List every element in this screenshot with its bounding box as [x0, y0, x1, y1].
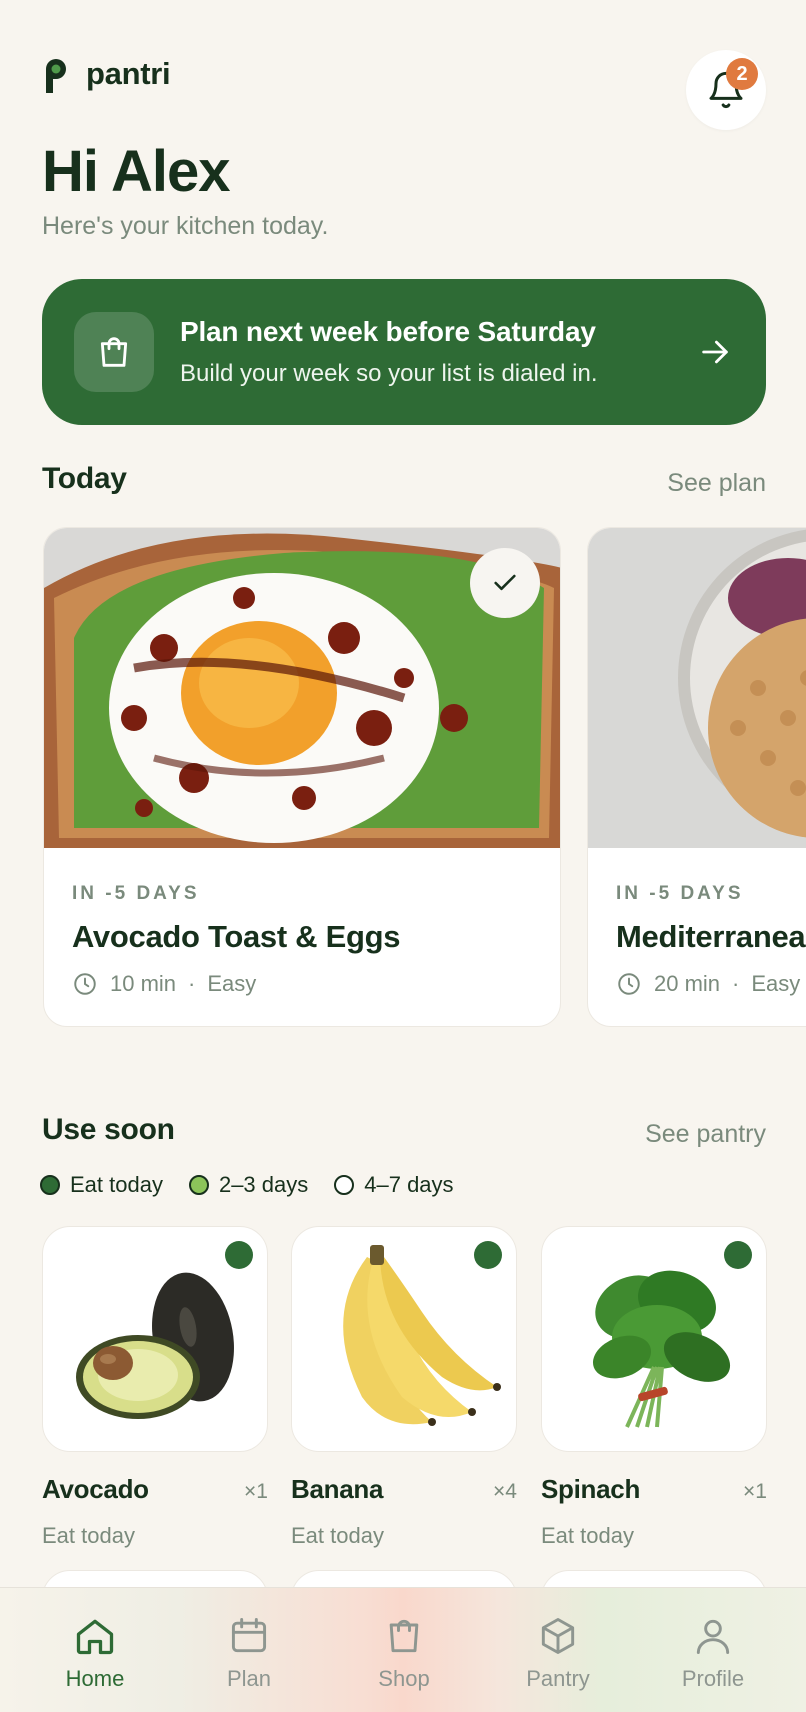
brand-logo[interactable]: pantri — [42, 55, 171, 93]
meal-duration: 10 min — [110, 971, 177, 996]
use-soon-section-title: Use soon — [42, 1113, 175, 1146]
calendar-icon — [231, 1618, 267, 1653]
meal-schedule-label: IN -5 DAYS — [72, 883, 200, 904]
legend-4-7-days: 4–7 days — [334, 1172, 454, 1198]
meal-card[interactable]: IN -5 DAYS Mediterranean 20 min · Easy — [587, 527, 806, 1027]
pantry-item-photo — [42, 1226, 268, 1452]
meal-photo — [588, 528, 806, 848]
pantry-item[interactable]: Avocado ×1 Eat today — [42, 1226, 268, 1549]
item-quantity: ×1 — [743, 1480, 767, 1503]
meal-schedule-label: IN -5 DAYS — [616, 883, 744, 904]
shopping-bag-icon — [389, 1619, 419, 1653]
today-section-title: Today — [42, 462, 127, 495]
nav-plan[interactable]: Plan — [189, 1588, 309, 1712]
legend-2-3-days: 2–3 days — [188, 1172, 309, 1198]
meal-difficulty: Easy — [751, 971, 801, 996]
box-icon — [541, 1618, 575, 1654]
item-name: Spinach — [541, 1474, 641, 1504]
user-icon — [696, 1619, 730, 1654]
see-plan-link[interactable]: See plan — [667, 469, 766, 498]
pantry-item[interactable]: Banana ×4 Eat today — [291, 1226, 517, 1549]
legend-dot — [334, 1175, 355, 1195]
item-name: Avocado — [42, 1474, 149, 1504]
greeting-title: Hi Alex — [42, 139, 230, 204]
app-header: pantri 2 — [42, 50, 766, 140]
nav-shop[interactable]: Shop — [344, 1588, 464, 1712]
item-status: Eat today — [291, 1523, 384, 1548]
freshness-dot — [724, 1241, 752, 1269]
notifications-button[interactable]: 2 — [686, 50, 766, 130]
meal-title: Mediterranean — [616, 919, 806, 954]
plan-week-banner[interactable]: Plan next week before Saturday Build you… — [42, 279, 766, 425]
item-name: Banana — [291, 1474, 384, 1504]
meta-separator: · — [188, 971, 196, 996]
freshness-legend: Eat today 2–3 days 4–7 days — [40, 1172, 454, 1198]
legend-label: Eat today — [70, 1172, 163, 1197]
meal-card[interactable]: IN -5 DAYS Avocado Toast & Eggs 10 min ·… — [43, 527, 561, 1027]
nav-label: Pantry — [526, 1666, 590, 1691]
notification-badge: 2 — [726, 58, 758, 90]
brand-name: pantri — [86, 56, 171, 91]
checkmark-icon — [494, 574, 516, 591]
nav-label: Shop — [378, 1666, 430, 1691]
home-icon — [76, 1619, 114, 1655]
item-status: Eat today — [42, 1523, 135, 1548]
banner-title: Plan next week before Saturday — [180, 316, 596, 347]
banner-icon-tile — [74, 312, 154, 392]
banner-subtitle: Build your week so your list is dialed i… — [180, 360, 598, 387]
legend-label: 4–7 days — [364, 1172, 454, 1197]
legend-dot — [40, 1175, 60, 1195]
nav-pantry[interactable]: Pantry — [498, 1588, 618, 1712]
legend-dot — [188, 1175, 209, 1195]
meal-duration: 20 min — [654, 971, 721, 996]
item-quantity: ×1 — [244, 1480, 268, 1503]
meal-difficulty: Easy — [207, 971, 257, 996]
nav-label: Profile — [681, 1666, 745, 1691]
legend-label: 2–3 days — [218, 1172, 309, 1197]
nav-home[interactable]: Home — [35, 1588, 155, 1712]
clock-icon — [618, 973, 640, 995]
item-quantity: ×4 — [493, 1480, 517, 1503]
clock-icon — [74, 973, 96, 995]
freshness-dot — [474, 1241, 502, 1269]
pantri-logo-icon — [46, 59, 66, 93]
arrow-right-icon — [702, 340, 728, 364]
pantry-item-photo — [541, 1226, 767, 1452]
see-pantry-link[interactable]: See pantry — [645, 1120, 766, 1149]
item-status: Eat today — [541, 1523, 634, 1548]
freshness-dot — [225, 1241, 253, 1269]
shopping-bag-icon — [100, 337, 128, 367]
nav-profile[interactable]: Profile — [653, 1588, 773, 1712]
pantry-item[interactable]: Spinach ×1 Eat today — [541, 1226, 767, 1549]
bottom-navigation: Home Plan Shop Pantry Profile — [0, 1587, 806, 1712]
pantry-item-photo — [291, 1226, 517, 1452]
greeting-subtitle: Here's your kitchen today. — [42, 212, 329, 240]
today-meals-carousel[interactable]: IN -5 DAYS Avocado Toast & Eggs 10 min ·… — [0, 527, 806, 1043]
nav-label: Home — [65, 1666, 125, 1691]
nav-label: Plan — [226, 1666, 272, 1691]
meta-separator: · — [732, 971, 740, 996]
legend-eat-today: Eat today — [40, 1172, 163, 1198]
meal-title: Avocado Toast & Eggs — [72, 919, 401, 954]
mark-done-button[interactable] — [470, 548, 540, 618]
